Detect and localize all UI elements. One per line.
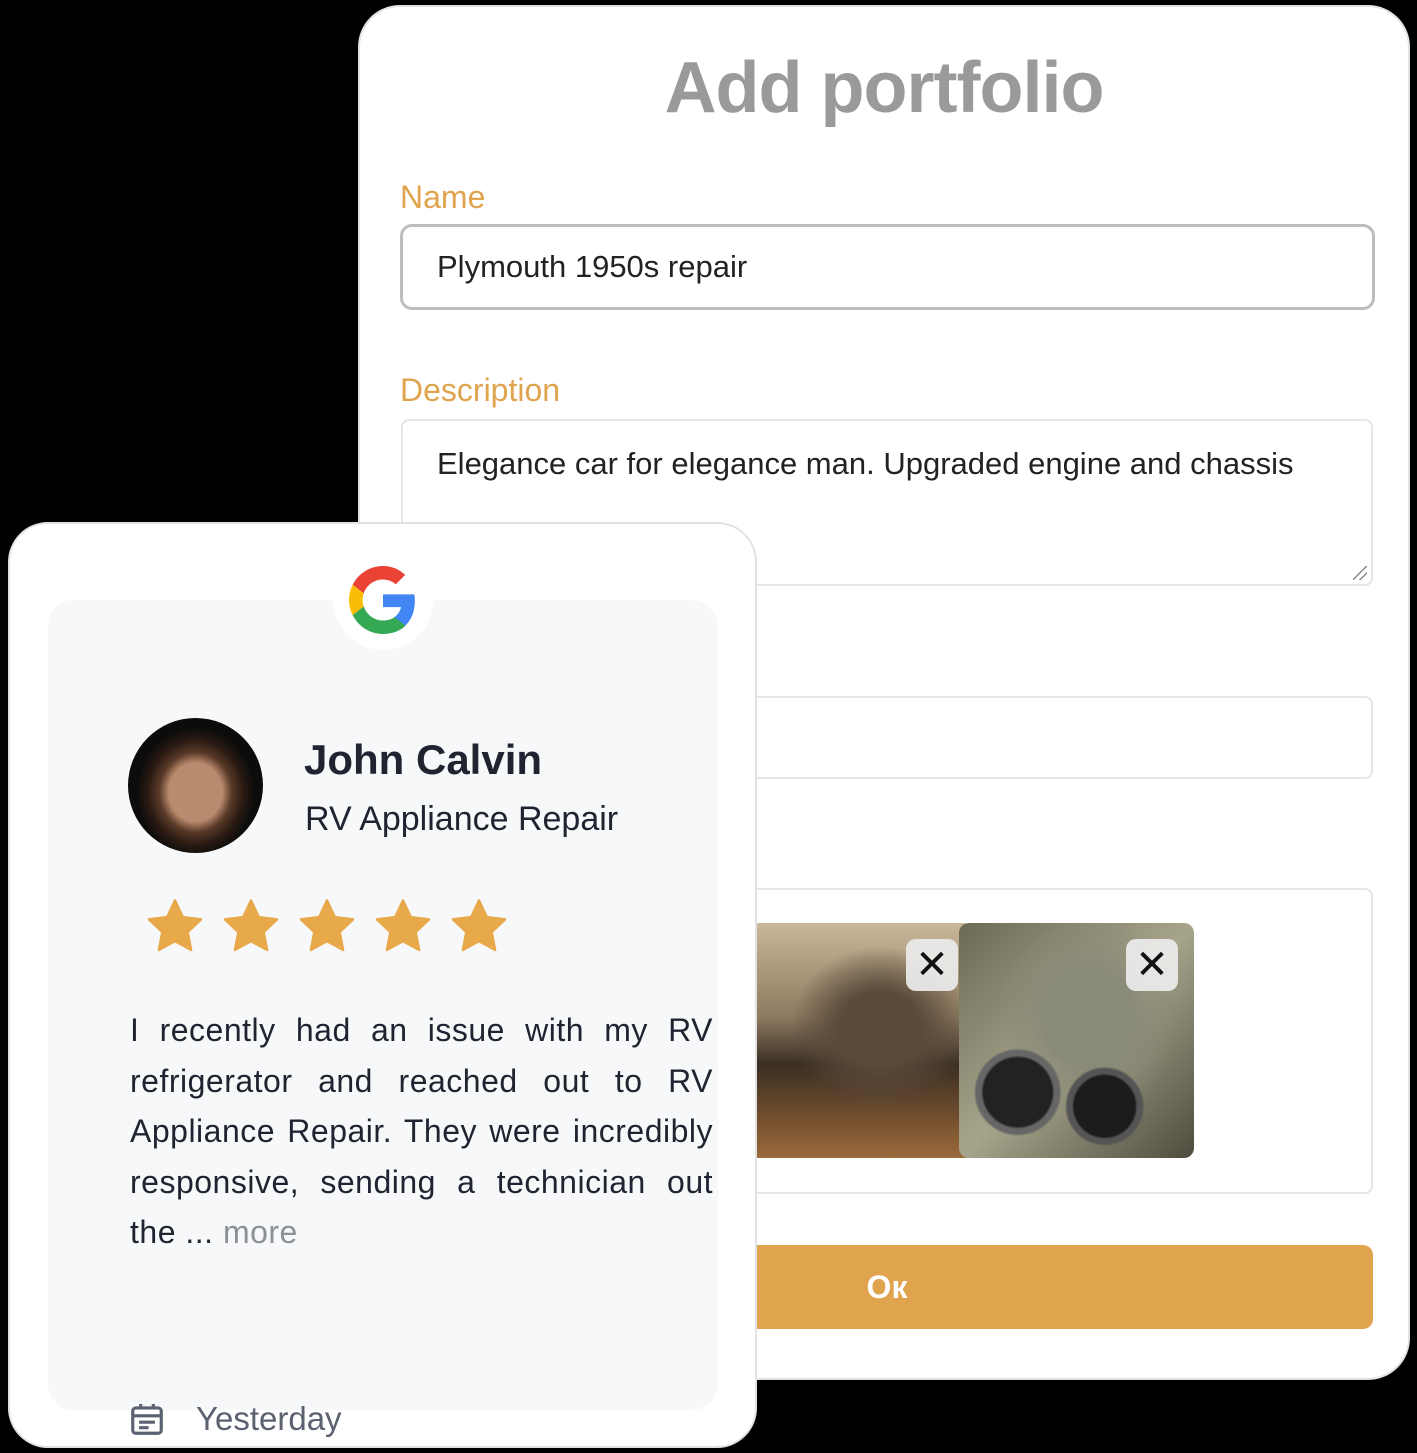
date-text: Yesterday bbox=[196, 1400, 342, 1437]
close-icon: ✕ bbox=[915, 943, 949, 987]
description-text: Elegance car for elegance man. Upgraded … bbox=[437, 446, 1294, 481]
review-body: I recently had an issue with my RV refri… bbox=[130, 1012, 713, 1250]
resize-handle[interactable] bbox=[1353, 566, 1367, 580]
name-input[interactable]: Plymouth 1950s repair bbox=[400, 224, 1375, 310]
review-panel: John Calvin RV Appliance Repair I recent… bbox=[48, 600, 718, 1437]
remove-image-button[interactable]: ✕ bbox=[1126, 939, 1178, 991]
description-label: Description bbox=[400, 372, 561, 408]
star-icon bbox=[451, 899, 507, 952]
remove-image-button[interactable]: ✕ bbox=[906, 939, 958, 991]
name-label: Name bbox=[400, 179, 486, 215]
review-date: Yesterday bbox=[128, 1400, 342, 1438]
review-text: I recently had an issue with my RV refri… bbox=[130, 1005, 713, 1258]
avatar bbox=[128, 718, 263, 853]
review-card: John Calvin RV Appliance Repair I recent… bbox=[8, 522, 757, 1448]
star-icon bbox=[375, 899, 431, 952]
image-thumbnail-engine: ✕ bbox=[959, 923, 1194, 1158]
dialog-title: Add portfolio bbox=[664, 48, 1105, 128]
business-name: RV Appliance Repair bbox=[305, 800, 619, 838]
star-icon bbox=[299, 899, 355, 952]
google-logo-icon bbox=[333, 550, 433, 650]
more-link[interactable]: more bbox=[223, 1214, 298, 1250]
close-icon: ✕ bbox=[1135, 943, 1169, 987]
reviewer-name: John Calvin bbox=[304, 736, 543, 783]
star-icon bbox=[223, 899, 279, 952]
star-rating bbox=[144, 898, 510, 956]
calendar-icon bbox=[131, 1403, 163, 1435]
star-icon bbox=[147, 899, 203, 952]
image-thumbnail-car: ✕ bbox=[739, 923, 974, 1158]
